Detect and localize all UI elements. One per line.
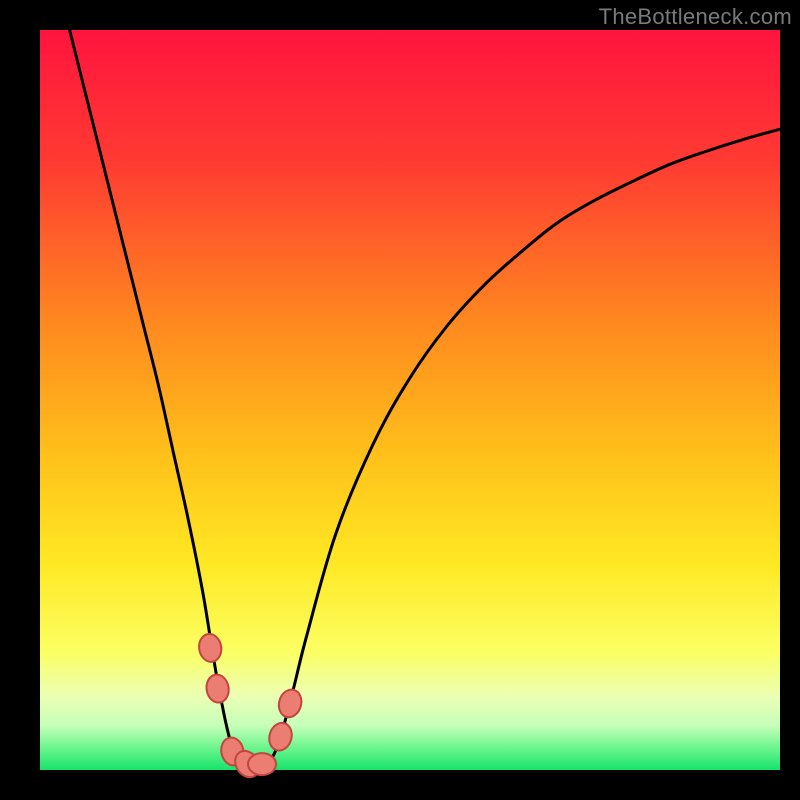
gradient-background xyxy=(40,30,780,770)
chart-stage: TheBottleneck.com xyxy=(0,0,800,800)
chart-canvas xyxy=(0,0,800,800)
curve-marker xyxy=(248,753,276,775)
watermark-text: TheBottleneck.com xyxy=(599,4,792,30)
